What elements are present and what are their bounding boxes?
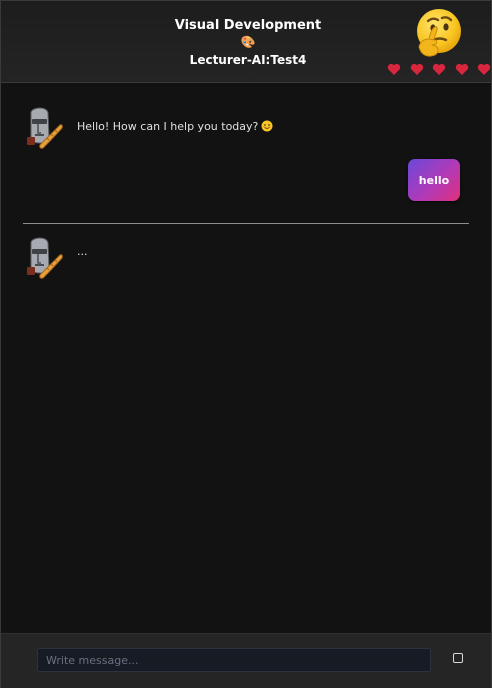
bot-message: ... (23, 237, 473, 279)
divider (23, 223, 469, 224)
lives-hearts (387, 63, 491, 76)
moai-baguette-avatar (27, 107, 63, 149)
heart-icon (387, 63, 401, 75)
heart-icon (455, 63, 468, 75)
bot-message: Hello! How can I help you today? (23, 107, 473, 149)
typing-indicator: ... (77, 245, 88, 258)
chat-header: Visual Development 🎨 Lecturer-AI:Test4 (1, 1, 491, 83)
message-input[interactable] (37, 648, 431, 672)
heart-icon (477, 63, 491, 75)
user-message-bubble: hello (408, 159, 460, 201)
bot-message-text: Hello! How can I help you today? (77, 120, 273, 133)
moai-baguette-avatar (27, 237, 63, 279)
message-list: Hello! How can I help you today? hello .… (1, 83, 491, 633)
heart-icon (432, 63, 446, 75)
composer (1, 633, 491, 688)
square-icon[interactable] (453, 653, 463, 663)
smiling-face-icon (261, 120, 273, 132)
heart-icon (410, 63, 423, 75)
chat-window: Visual Development 🎨 Lecturer-AI:Test4 H… (0, 0, 492, 688)
thinking-face-icon (417, 9, 461, 57)
